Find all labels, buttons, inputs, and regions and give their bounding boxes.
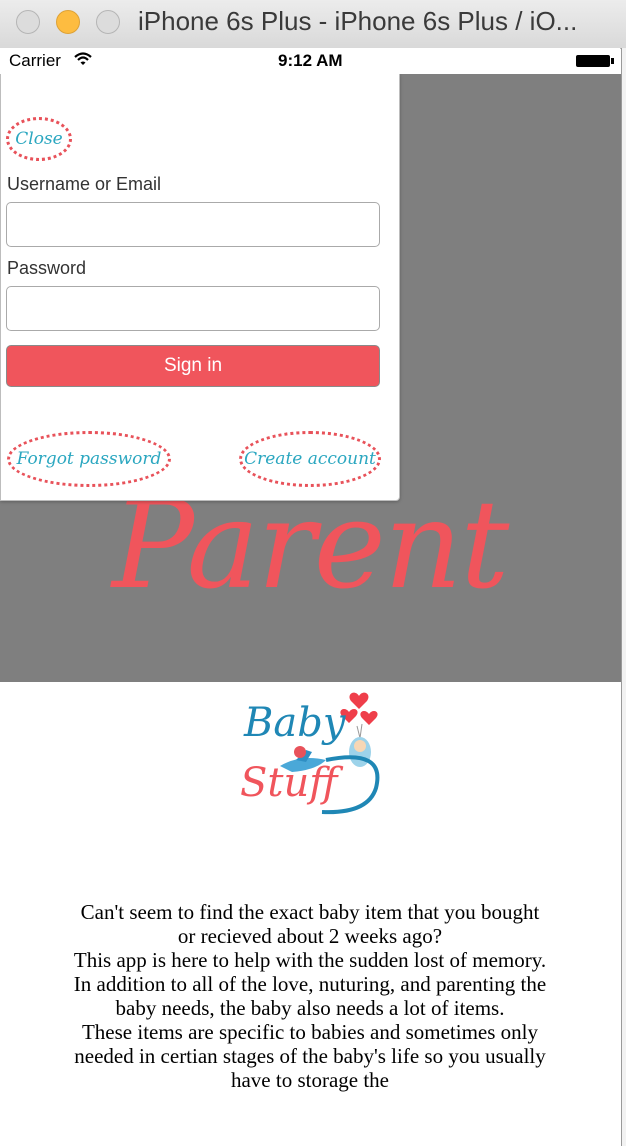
description-paragraph: These items are specific to babies and s… xyxy=(74,1020,546,1092)
status-time: 9:12 AM xyxy=(278,51,343,70)
window-minimize-button[interactable] xyxy=(56,10,80,34)
app-screen: e d Parent Close Username or Email Passw… xyxy=(0,74,621,1146)
sign-in-button[interactable]: Sign in xyxy=(6,345,380,387)
window-close-button[interactable] xyxy=(16,10,40,34)
username-input[interactable] xyxy=(6,202,380,247)
wifi-icon xyxy=(74,52,92,65)
description-paragraph: In addition to all of the love, nuturing… xyxy=(73,972,547,1020)
carrier-label: Carrier xyxy=(9,51,61,70)
logo-text-baby: Baby xyxy=(244,700,346,746)
ios-status-bar: Carrier 9:12 AM xyxy=(0,48,620,74)
app-description: Can't seem to find the exact baby item t… xyxy=(70,900,550,1092)
hero-banner: e d Parent Close Username or Email Passw… xyxy=(0,74,621,682)
password-label: Password xyxy=(7,258,87,278)
close-button[interactable]: Close xyxy=(6,117,72,161)
password-input[interactable] xyxy=(6,286,380,331)
window-title: iPhone 6s Plus - iPhone 6s Plus / iO... xyxy=(138,6,578,36)
window-edge xyxy=(621,48,626,1146)
create-account-button[interactable]: Create account xyxy=(239,431,381,487)
window-zoom-button[interactable] xyxy=(96,10,120,34)
description-paragraph: This app is here to help with the sudden… xyxy=(73,948,547,972)
baby-stuff-logo: Baby Stuff xyxy=(238,686,388,831)
login-panel: Close Username or Email Password Sign in… xyxy=(0,74,400,501)
logo-text-stuff: Stuff xyxy=(240,760,338,806)
battery-icon xyxy=(576,55,614,67)
window-titlebar: iPhone 6s Plus - iPhone 6s Plus / iO... xyxy=(0,0,626,49)
username-label: Username or Email xyxy=(7,174,162,194)
forgot-password-button[interactable]: Forgot password xyxy=(7,431,171,487)
description-paragraph: Can't seem to find the exact baby item t… xyxy=(80,900,540,948)
